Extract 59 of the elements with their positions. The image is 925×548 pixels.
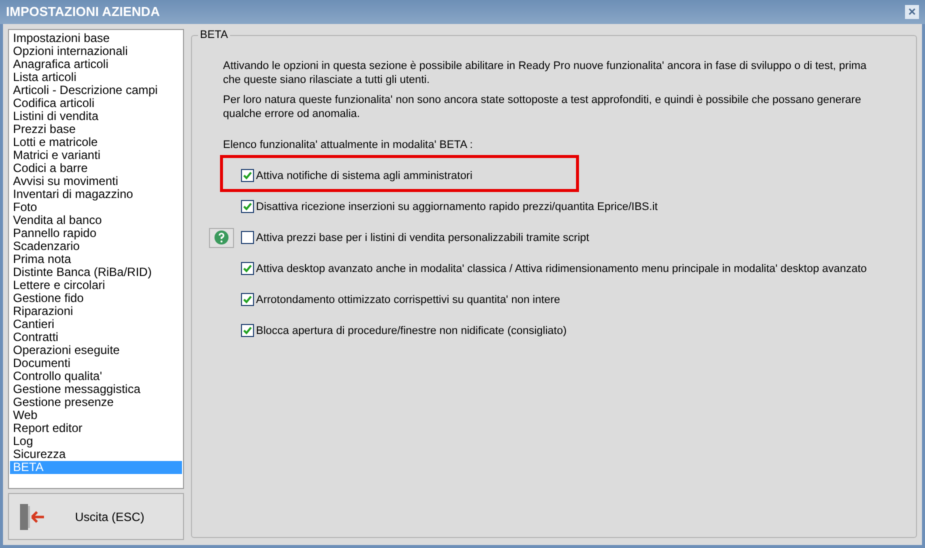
check-icon — [243, 264, 252, 273]
option-label: Attiva desktop avanzato anche in modalita' classica / Attiva ridimensionamento menu principale in modalita' desktop avanzato — [256, 262, 867, 276]
sidebar-item[interactable]: Contratti — [10, 331, 182, 344]
window-title: IMPOSTAZIONI AZIENDA — [6, 3, 160, 22]
sidebar-item[interactable]: Lista articoli — [10, 71, 182, 84]
sidebar-item[interactable]: Anagrafica articoli — [10, 58, 182, 71]
sidebar-item[interactable]: Lettere e circolari — [10, 279, 182, 292]
check-icon — [243, 295, 252, 304]
checkbox[interactable] — [241, 169, 254, 182]
sidebar-item[interactable]: Controllo qualita' — [10, 370, 182, 383]
sidebar-item[interactable]: Log — [10, 435, 182, 448]
sidebar-item[interactable]: Documenti — [10, 357, 182, 370]
sidebar-item[interactable]: Report editor — [10, 422, 182, 435]
sidebar-item[interactable]: Foto — [10, 201, 182, 214]
option-label: Arrotondamento ottimizzato corrispettivi su quantita' non intere — [256, 292, 560, 306]
sidebar-item[interactable]: Articoli - Descrizione campi — [10, 84, 182, 97]
sidebar-item[interactable]: Distinte Banca (RiBa/RID) — [10, 266, 182, 279]
checkbox[interactable] — [241, 231, 254, 244]
description-text: Attivando le opzioni in questa sezione è possibile abilitare in Ready Pro nuove funzionalita' ancora in fase di sviluppo o di test, prima che queste siano rilasciate a tutti gli utenti. — [223, 59, 868, 87]
sidebar-item[interactable]: Codici a barre — [10, 162, 182, 175]
sidebar-item[interactable]: Inventari di magazzino — [10, 188, 182, 201]
sidebar-item[interactable]: Matrici e varianti — [10, 149, 182, 162]
checkbox[interactable] — [241, 262, 254, 275]
checkbox[interactable] — [241, 200, 254, 213]
check-icon — [243, 202, 252, 211]
checkbox[interactable] — [241, 324, 254, 337]
sidebar-item[interactable]: Scadenzario — [10, 240, 182, 253]
check-icon — [243, 326, 252, 335]
sidebar-item[interactable]: Gestione presenze — [10, 396, 182, 409]
sidebar-item[interactable]: Riparazioni — [10, 305, 182, 318]
option-label: Attiva prezzi base per i listini di vendita personalizzabili tramite script — [256, 230, 590, 244]
list-heading: Elenco funzionalita' attualmente in modalita' BETA : — [223, 138, 474, 152]
sidebar-item[interactable]: Impostazioni base — [10, 32, 182, 45]
sidebar-item[interactable]: Gestione messaggistica — [10, 383, 182, 396]
sidebar-item[interactable]: Listini di vendita — [10, 110, 182, 123]
option-label: Attiva notifiche di sistema agli amministratori — [256, 168, 472, 182]
sidebar-item[interactable]: Vendita al banco — [10, 214, 182, 227]
sidebar-item[interactable]: Prima nota — [10, 253, 182, 266]
help-icon — [214, 230, 229, 245]
exit-button[interactable]: Uscita (ESC) — [8, 493, 184, 540]
sidebar-item[interactable]: Opzioni internazionali — [10, 45, 182, 58]
sidebar-item[interactable]: Web — [10, 409, 182, 422]
sidebar-item[interactable]: Cantieri — [10, 318, 182, 331]
close-button[interactable]: × — [905, 5, 919, 19]
description-text: Per loro natura queste funzionalita' non sono ancora state sottoposte a test approfonditi, e quindi è possibile che possano generare qualche errore od anomalia. — [223, 93, 862, 121]
sidebar-item[interactable]: Lotti e matricole — [10, 136, 182, 149]
help-button[interactable] — [209, 228, 234, 248]
exit-door-icon — [19, 502, 45, 530]
check-icon — [243, 171, 252, 180]
sidebar-item[interactable]: Operazioni eseguite — [10, 344, 182, 357]
sidebar-item[interactable]: Pannello rapido — [10, 227, 182, 240]
option-label: Disattiva ricezione inserzioni su aggiornamento rapido prezzi/quantita Eprice/IBS.it — [256, 200, 658, 214]
checkbox[interactable] — [241, 293, 254, 306]
sidebar-item[interactable]: Avvisi su movimenti — [10, 175, 182, 188]
sidebar-item[interactable]: Gestione fido — [10, 292, 182, 305]
sidebar-item[interactable]: Prezzi base — [10, 123, 182, 136]
option-label: Blocca apertura di procedure/finestre non nidificate (consigliato) — [256, 324, 567, 338]
sidebar-item[interactable]: Sicurezza — [10, 448, 182, 461]
sidebar-item[interactable]: Codifica articoli — [10, 97, 182, 110]
